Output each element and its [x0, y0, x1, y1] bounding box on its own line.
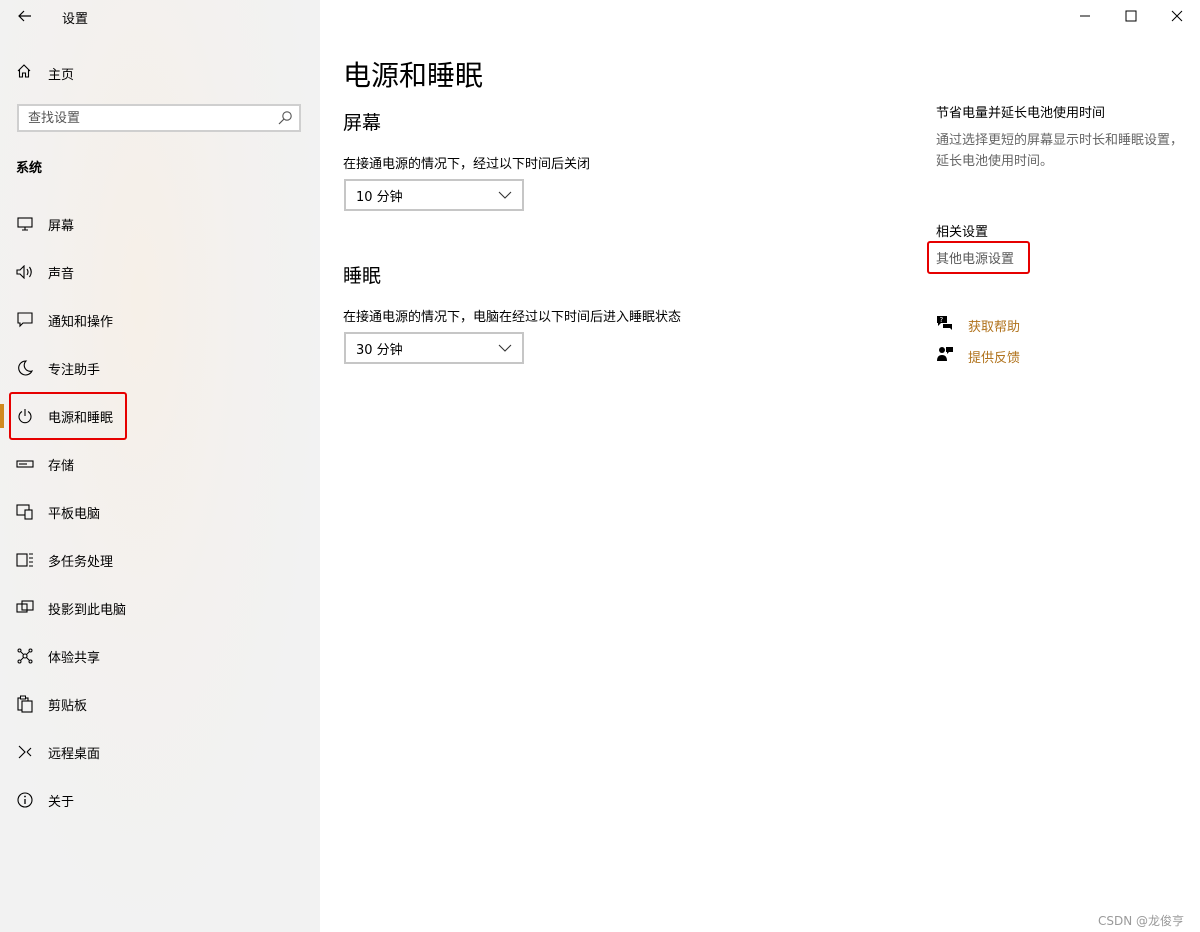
- message-icon: [16, 311, 34, 329]
- tablet-icon: [16, 503, 34, 521]
- sidebar-item-label: 体验共享: [48, 650, 101, 666]
- sidebar-item-label: 剪贴板: [48, 698, 88, 714]
- monitor-icon: [16, 215, 34, 233]
- sidebar-item-label: 远程桌面: [48, 746, 101, 762]
- sidebar-item-label: 专注助手: [48, 362, 101, 378]
- sidebar-item-clipboard[interactable]: 剪贴板: [0, 680, 320, 728]
- speaker-icon: [16, 263, 34, 281]
- sleep-timeout-value: 30 分钟: [356, 342, 403, 358]
- page-title: 电源和睡眠: [343, 59, 484, 92]
- home-label: 主页: [48, 67, 75, 83]
- give-feedback-link[interactable]: 提供反馈: [968, 347, 1020, 366]
- battery-tip-heading: 节省电量并延长电池使用时间: [936, 106, 1106, 121]
- home-icon: [16, 63, 32, 83]
- sidebar-item-label: 关于: [48, 794, 75, 810]
- chevron-down-icon: [498, 342, 512, 357]
- watermark: CSDN @龙俊亨: [1097, 914, 1184, 928]
- sleep-timeout-dropdown[interactable]: 30 分钟: [344, 332, 524, 364]
- get-help-link[interactable]: 获取帮助: [968, 316, 1020, 335]
- app-title: 设置: [62, 12, 89, 27]
- search-icon[interactable]: [277, 110, 293, 126]
- svg-text:?: ?: [940, 316, 944, 324]
- search-input[interactable]: [19, 106, 268, 130]
- search-box[interactable]: [17, 104, 301, 132]
- back-arrow-icon[interactable]: [16, 6, 34, 26]
- highlight-box-power-sleep: [9, 392, 127, 440]
- maximize-icon[interactable]: [1108, 0, 1154, 32]
- sidebar-item-storage[interactable]: 存储: [0, 440, 320, 488]
- sidebar-item-screen[interactable]: 屏幕: [0, 200, 320, 248]
- sidebar-item-label: 声音: [48, 266, 75, 282]
- sidebar-item-notifications[interactable]: 通知和操作: [0, 296, 320, 344]
- related-settings-heading: 相关设置: [936, 225, 989, 240]
- highlight-box-power-link: [927, 241, 1030, 274]
- get-help-row[interactable]: ? 获取帮助: [936, 314, 1020, 336]
- screen-timeout-value: 10 分钟: [356, 189, 403, 205]
- screen-timeout-dropdown[interactable]: 10 分钟: [344, 179, 524, 211]
- sidebar-item-label: 平板电脑: [48, 506, 101, 522]
- multitask-icon: [16, 551, 34, 569]
- sidebar-item-tablet[interactable]: 平板电脑: [0, 488, 320, 536]
- remote-icon: [16, 743, 34, 761]
- home-nav-item[interactable]: 主页: [16, 62, 74, 84]
- share-icon: [16, 647, 34, 665]
- screen-section-heading: 屏幕: [343, 112, 382, 134]
- help-chat-icon: ?: [936, 314, 954, 336]
- sidebar-item-label: 通知和操作: [48, 314, 114, 330]
- battery-tip-text: 通过选择更短的屏幕显示时长和睡眠设置，延长电池使用时间。: [936, 133, 1184, 169]
- feedback-row[interactable]: 提供反馈: [936, 345, 1020, 367]
- sidebar-item-shared-experiences[interactable]: 体验共享: [0, 632, 320, 680]
- info-icon: [16, 791, 34, 809]
- project-icon: [16, 599, 34, 617]
- feedback-person-icon: [936, 345, 954, 367]
- sidebar: 设置 主页 系统 屏幕 声音 通知和操作 专注助手: [0, 0, 320, 932]
- sidebar-item-about[interactable]: 关于: [0, 776, 320, 824]
- sidebar-item-sound[interactable]: 声音: [0, 248, 320, 296]
- sidebar-item-multitasking[interactable]: 多任务处理: [0, 536, 320, 584]
- sidebar-item-label: 存储: [48, 458, 75, 474]
- sidebar-item-project[interactable]: 投影到此电脑: [0, 584, 320, 632]
- storage-icon: [16, 455, 34, 473]
- window-controls: [1062, 0, 1200, 32]
- minimize-icon[interactable]: [1062, 0, 1108, 32]
- close-icon[interactable]: [1154, 0, 1200, 32]
- sidebar-item-label: 多任务处理: [48, 554, 114, 570]
- clipboard-icon: [16, 695, 34, 713]
- sleep-description: 在接通电源的情况下，电脑在经过以下时间后进入睡眠状态: [343, 310, 682, 325]
- moon-icon: [16, 359, 34, 377]
- sleep-section-heading: 睡眠: [343, 265, 382, 287]
- sidebar-item-label: 投影到此电脑: [48, 602, 127, 618]
- sidebar-item-remote-desktop[interactable]: 远程桌面: [0, 728, 320, 776]
- section-label-system: 系统: [16, 161, 43, 176]
- sidebar-item-focus-assist[interactable]: 专注助手: [0, 344, 320, 392]
- chevron-down-icon: [498, 189, 512, 204]
- sidebar-item-label: 屏幕: [48, 218, 75, 234]
- screen-description: 在接通电源的情况下，经过以下时间后关闭: [343, 157, 591, 172]
- sidebar-nav: 屏幕 声音 通知和操作 专注助手 电源和睡眠 存储 平板电脑 多任务处理 投影到…: [0, 200, 320, 824]
